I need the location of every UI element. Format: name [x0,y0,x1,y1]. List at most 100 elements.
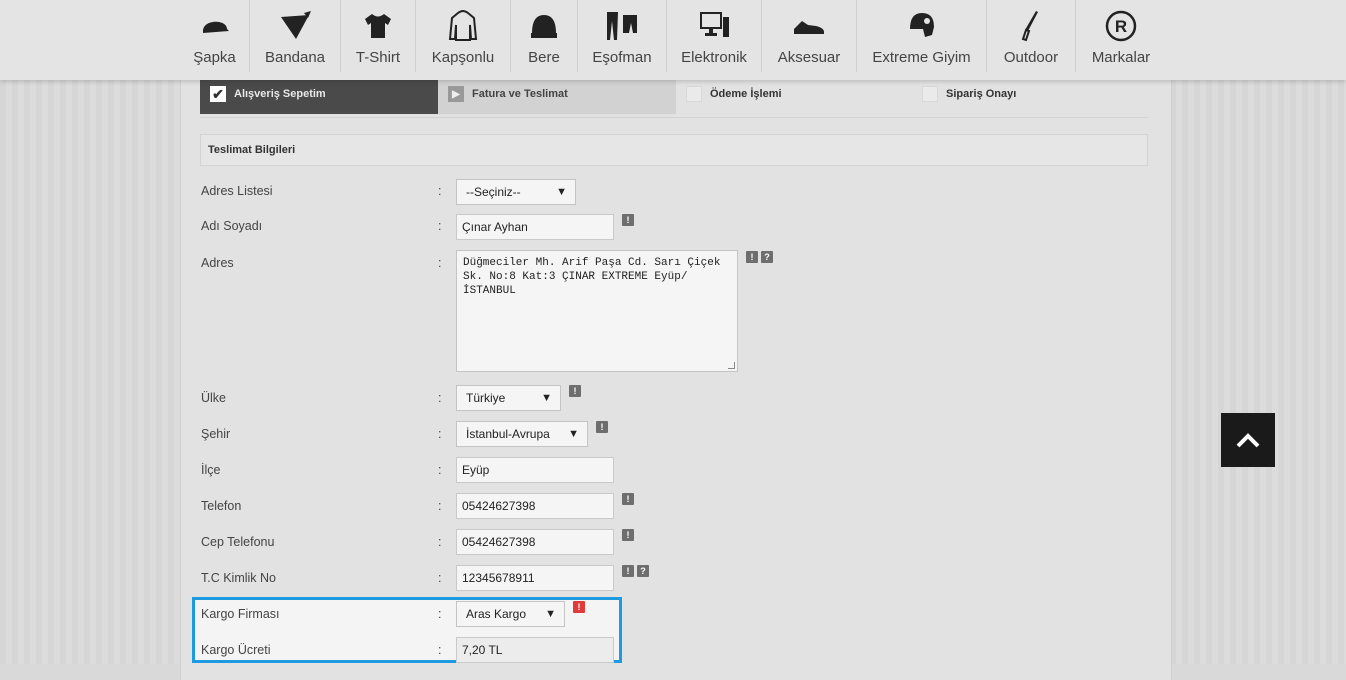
form-row-mobile: Cep Telefonu : 05424627398 ! [200,529,800,559]
field-label: İlçe [201,463,221,477]
nav-label: Markalar [1091,49,1151,66]
step-cart[interactable]: ✔ Alışveriş Sepetim [200,74,438,114]
form-row-city: Şehir : İstanbul-Avrupa ▼ ! [200,421,800,451]
tracksuit-icon [607,12,637,40]
full-name-input[interactable]: Çınar Ayhan [456,214,614,240]
nav-label: T-Shirt [355,49,401,66]
nav-label: Elektronik [681,49,747,66]
category-nav: Şapka Bandana T-Shirt Kapşonlu Bere Eşof… [0,0,1346,80]
nav-label: Aksesuar [777,49,841,66]
required-icon: ! [622,214,634,226]
select-value: İstanbul-Avrupa [466,427,550,441]
select-value: Türkiye [466,391,506,405]
checkout-steps: ✔ Alışveriş Sepetim ▶ Fatura ve Teslimat… [200,74,1148,114]
address-textarea[interactable]: Düğmeciler Mh. Arif Paşa Cd. Sarı Çiçek … [456,250,738,372]
address-text: Düğmeciler Mh. Arif Paşa Cd. Sarı Çiçek … [463,257,721,297]
nav-label: Extreme Giyim [872,49,971,66]
nav-label: Şapka [193,49,236,66]
help-icon[interactable]: ? [761,251,773,263]
field-label: Telefon [201,499,242,513]
nav-label: Eşofman [592,49,652,66]
mobile-input[interactable]: 05424627398 [456,529,614,555]
field-label: Ülke [201,391,227,405]
nav-item-markalar[interactable]: R Markalar [1076,0,1166,72]
nav-item-bere[interactable]: Bere [511,0,578,72]
divider [200,117,1148,118]
field-label: Adres Listesi [201,184,273,198]
country-select[interactable]: Türkiye ▼ [456,385,561,411]
check-icon: ✔ [210,86,226,102]
required-icon: ! [569,385,581,397]
nav-item-elektronik[interactable]: Elektronik [667,0,762,72]
district-input[interactable]: Eyüp [456,457,614,483]
field-label: Cep Telefonu [201,535,275,549]
caret-down-icon: ▼ [541,392,552,404]
form-row-cargo-company: Kargo Firması : Aras Kargo ▼ ! [200,601,800,631]
nav-item-extreme-giyim[interactable]: Extreme Giyim [857,0,987,72]
field-label: Adı Soyadı [201,219,263,233]
colon: : [438,256,442,270]
nav-item-sapka[interactable]: Şapka [180,0,250,72]
computer-icon [700,12,729,37]
city-select[interactable]: İstanbul-Avrupa ▼ [456,421,588,447]
cargo-company-select[interactable]: Aras Kargo ▼ [456,601,565,627]
nav-item-outdoor[interactable]: Outdoor [987,0,1076,72]
address-list-select[interactable]: --Seçiniz-- ▼ [456,179,576,205]
required-icon: ! [622,493,634,505]
colon: : [438,607,442,621]
nav-label: Kapşonlu [431,49,495,66]
colon: : [438,571,442,585]
nav-item-esofman[interactable]: Eşofman [578,0,667,72]
field-label: Adres [201,256,234,270]
colon: : [438,535,442,549]
svg-text:R: R [1115,17,1127,36]
nav-item-bandana[interactable]: Bandana [250,0,341,72]
step-billing-delivery[interactable]: ▶ Fatura ve Teslimat [438,74,676,114]
nav-label: Outdoor [1003,49,1059,66]
required-icon: ! [622,565,634,577]
knife-icon [1021,11,1038,42]
step-label: Ödeme İşlemi [710,88,782,100]
registered-icon: R [1105,10,1137,42]
colon: : [438,219,442,233]
nav-label: Bandana [264,49,326,66]
form-row-full-name: Adı Soyadı : Çınar Ayhan ! [200,213,800,243]
arrow-right-icon: ▶ [448,86,464,102]
checkbox-empty-icon [686,86,702,102]
required-icon: ! [596,421,608,433]
colon: : [438,643,442,657]
caret-down-icon: ▼ [545,608,556,620]
resize-handle-icon[interactable] [728,362,735,369]
step-payment: Ödeme İşlemi [676,74,912,114]
colon: : [438,391,442,405]
step-confirmation: Sipariş Onayı [912,74,1148,114]
nav-item-kapsonlu[interactable]: Kapşonlu [416,0,511,72]
bandana-icon [281,11,311,39]
beanie-icon [531,15,557,38]
nav-label: Bere [528,49,560,66]
nav-item-aksesuar[interactable]: Aksesuar [762,0,857,72]
field-label: Şehir [201,427,231,441]
nav-item-tshirt[interactable]: T-Shirt [341,0,416,72]
background-pattern-right [1170,80,1346,664]
form-row-address: Adres : Düğmeciler Mh. Arif Paşa Cd. Sar… [200,250,800,374]
form-row-country: Ülke : Türkiye ▼ ! [200,385,800,415]
field-label: Kargo Firması [201,607,280,621]
required-alert-icon: ! [573,601,585,613]
checkbox-empty-icon [922,86,938,102]
phone-input[interactable]: 05424627398 [456,493,614,519]
hoodie-icon [448,10,478,41]
step-label: Sipariş Onayı [946,88,1017,100]
tc-id-input[interactable]: 12345678911 [456,565,614,591]
help-icon[interactable]: ? [637,565,649,577]
required-icon: ! [622,529,634,541]
section-title: Teslimat Bilgileri [200,134,1148,166]
colon: : [438,427,442,441]
form-row-phone: Telefon : 05424627398 ! [200,493,800,523]
cap-icon [202,21,229,33]
form-row-cargo-fee: Kargo Ücreti : 7,20 TL [200,637,800,667]
form-row-district: İlçe : Eyüp [200,457,800,487]
caret-down-icon: ▼ [568,428,579,440]
scroll-to-top-button[interactable] [1221,413,1275,467]
required-icon: ! [746,251,758,263]
